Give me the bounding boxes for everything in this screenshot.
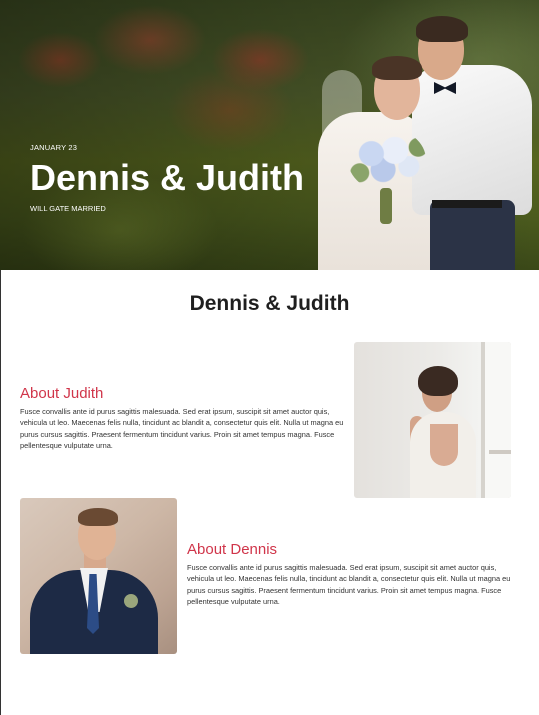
hero-date: JANUARY 23	[30, 143, 78, 152]
about-judith-heading: About Judith	[20, 385, 104, 402]
hero-title: Dennis & Judith	[30, 157, 305, 198]
section-title: Dennis & Judith	[189, 292, 350, 315]
judith-photo	[354, 342, 511, 498]
about-dennis-heading: About Dennis	[187, 541, 278, 558]
hero-subtitle: WILL GATE MARRIED	[30, 204, 106, 213]
hero-banner: JANUARY 23 Dennis & Judith WILL GATE MAR…	[0, 0, 539, 270]
page-border	[0, 270, 1, 715]
about-dennis-text: Fusce convallis ante id purus sagittis m…	[187, 563, 511, 606]
about-judith-text: Fusce convallis ante id purus sagittis m…	[20, 407, 344, 450]
dennis-photo	[20, 498, 177, 654]
